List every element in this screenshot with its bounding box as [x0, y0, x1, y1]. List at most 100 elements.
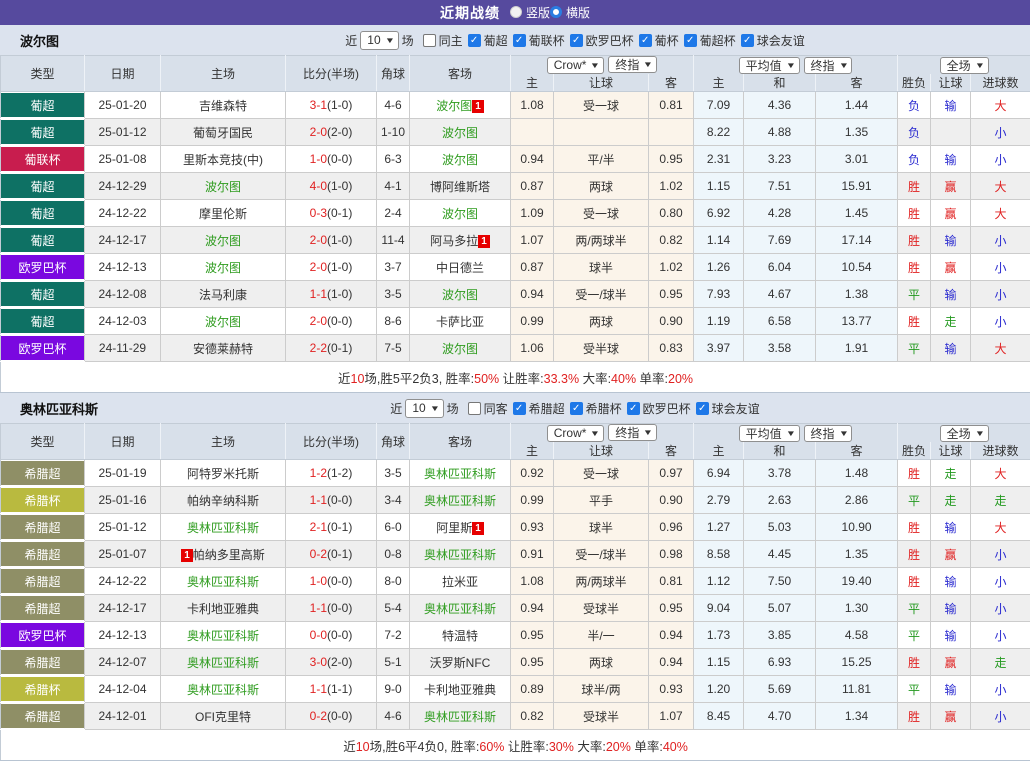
team-name-link[interactable]: 中日德兰 — [436, 261, 484, 275]
odds-stage-select[interactable]: 终指▼ — [608, 56, 657, 73]
league-checkbox[interactable]: ✓ — [639, 34, 652, 47]
odds-stage-select[interactable]: 终指▼ — [608, 424, 657, 441]
avg-home: 8.58 — [694, 541, 744, 568]
league-checkbox[interactable]: ✓ — [741, 34, 754, 47]
home-team-cell: 奥林匹亚科斯 — [161, 649, 286, 676]
team-name-link[interactable]: 特温特 — [442, 629, 478, 643]
team-name-link[interactable]: 帕纳多里高斯 — [193, 548, 265, 562]
half-time-score: (1-0) — [327, 98, 352, 112]
team-name-link[interactable]: 博阿维斯塔 — [430, 180, 490, 194]
league-type-badge: 葡超 — [1, 174, 84, 198]
team-name-link[interactable]: 法马利康 — [199, 288, 247, 302]
summary-part: 场,胜6平4负0, 胜率: — [370, 740, 480, 754]
team-name-link[interactable]: 拉米亚 — [442, 575, 478, 589]
team-name-link[interactable]: 奥林匹亚科斯 — [424, 467, 496, 481]
league-checkbox[interactable]: ✓ — [513, 402, 526, 415]
bookmaker-select[interactable]: Crow*▼ — [547, 425, 605, 442]
orientation-radio-option[interactable]: 竖版 — [510, 4, 550, 21]
team-name-link[interactable]: 波尔图 — [205, 234, 241, 248]
team-name-link[interactable]: 摩里伦斯 — [199, 207, 247, 221]
avg-away: 15.25 — [816, 649, 898, 676]
chevron-down-icon: ▼ — [643, 428, 653, 437]
half-time-score: (1-2) — [327, 466, 352, 480]
avg-stage-select-value: 终指 — [811, 425, 835, 442]
team-name-link[interactable]: 波尔图 — [205, 315, 241, 329]
avg-select[interactable]: 平均值▼ — [739, 425, 800, 442]
team-name-link[interactable]: 奥林匹亚科斯 — [424, 602, 496, 616]
team-name-link[interactable]: 卡萨比亚 — [436, 315, 484, 329]
team-name-link[interactable]: 阿特罗米托斯 — [187, 467, 259, 481]
team-name-link[interactable]: 安德莱赫特 — [193, 342, 253, 356]
avg-stage-select[interactable]: 终指▼ — [804, 57, 853, 74]
column-header: 主 — [511, 442, 554, 460]
team-name-link[interactable]: 里斯本竞技(中) — [183, 153, 263, 167]
summary-part: 10 — [356, 740, 370, 754]
match-date: 24-12-22 — [85, 568, 161, 595]
team-name-link[interactable]: 波尔图 — [205, 180, 241, 194]
avg-home: 1.20 — [694, 676, 744, 703]
odds-away: 0.98 — [649, 541, 694, 568]
odds-handicap: 半/一 — [554, 622, 649, 649]
avg-draw: 5.07 — [744, 595, 816, 622]
result-winloss-value: 负 — [908, 99, 920, 113]
team-name-link[interactable]: 葡萄牙国民 — [193, 126, 253, 140]
half-time-score: (0-0) — [327, 493, 352, 507]
team-name-link[interactable]: 波尔图 — [442, 207, 478, 221]
league-checkbox[interactable]: ✓ — [468, 34, 481, 47]
full-time-score: 4-0 — [310, 179, 327, 193]
team-name-link[interactable]: 波尔图 — [442, 342, 478, 356]
team-name-link[interactable]: 波尔图 — [442, 288, 478, 302]
scope-select[interactable]: 全场▼ — [940, 425, 989, 442]
odds-away: 0.90 — [649, 487, 694, 514]
result-handicap: 走 — [931, 460, 971, 487]
result-goals-value: 小 — [995, 288, 1007, 302]
home-team-cell: 波尔图 — [161, 254, 286, 281]
team-name-link[interactable]: 奥林匹亚科斯 — [187, 521, 259, 535]
result-goals-value: 走 — [995, 656, 1007, 670]
home-team-cell: 葡萄牙国民 — [161, 119, 286, 146]
avg-stage-select[interactable]: 终指▼ — [804, 425, 853, 442]
team-name-link[interactable]: 奥林匹亚科斯 — [424, 548, 496, 562]
card-count-badge: 1 — [472, 100, 484, 113]
orientation-radio-selected[interactable]: 横版 — [550, 4, 590, 21]
score-cell: 2-1(0-1) — [286, 514, 377, 541]
bookmaker-select[interactable]: Crow*▼ — [547, 57, 605, 74]
section-filter-bar: 波尔图近10▼场同主✓葡超✓葡联杯✓欧罗巴杯✓葡杯✓葡超杯✓球会友谊 — [0, 25, 1030, 55]
team-name-link[interactable]: 奥林匹亚科斯 — [187, 629, 259, 643]
avg-select[interactable]: 平均值▼ — [739, 57, 800, 74]
team-name-link[interactable]: 帕纳辛纳科斯 — [187, 494, 259, 508]
league-checkbox[interactable] — [468, 402, 481, 415]
team-name-link[interactable]: 奥林匹亚科斯 — [424, 710, 496, 724]
result-winloss: 胜 — [898, 308, 931, 335]
team-name-link[interactable]: OFI克里特 — [195, 710, 251, 724]
league-checkbox[interactable]: ✓ — [696, 402, 709, 415]
column-header: 类型 — [1, 424, 85, 460]
league-checkbox[interactable]: ✓ — [570, 402, 583, 415]
league-checkbox[interactable] — [423, 34, 436, 47]
team-name-link[interactable]: 奥林匹亚科斯 — [187, 575, 259, 589]
team-name-link[interactable]: 吉维森特 — [199, 99, 247, 113]
team-name-link[interactable]: 奥林匹亚科斯 — [187, 656, 259, 670]
result-winloss: 平 — [898, 335, 931, 362]
team-name-link[interactable]: 奥林匹亚科斯 — [187, 683, 259, 697]
team-name-link[interactable]: 沃罗斯NFC — [430, 656, 491, 670]
team-name-link[interactable]: 波尔图 — [442, 153, 478, 167]
team-name-link[interactable]: 阿马多拉 — [430, 234, 478, 248]
team-name-link[interactable]: 波尔图 — [442, 126, 478, 140]
recent-count-select[interactable]: 10▼ — [405, 399, 443, 418]
recent-count-select[interactable]: 10▼ — [360, 31, 398, 50]
team-name-link[interactable]: 波尔图 — [205, 261, 241, 275]
team-name-link[interactable]: 波尔图 — [436, 99, 472, 113]
team-name-link[interactable]: 卡利地亚雅典 — [187, 602, 259, 616]
odds-away: 0.93 — [649, 676, 694, 703]
team-name-link[interactable]: 卡利地亚雅典 — [424, 683, 496, 697]
league-checkbox[interactable]: ✓ — [513, 34, 526, 47]
league-checkbox[interactable]: ✓ — [627, 402, 640, 415]
league-checkbox[interactable]: ✓ — [570, 34, 583, 47]
team-name-link[interactable]: 阿里斯 — [436, 521, 472, 535]
team-name-link[interactable]: 奥林匹亚科斯 — [424, 494, 496, 508]
result-winloss: 胜 — [898, 514, 931, 541]
scope-select[interactable]: 全场▼ — [940, 57, 989, 74]
match-date: 24-12-17 — [85, 595, 161, 622]
league-checkbox[interactable]: ✓ — [684, 34, 697, 47]
